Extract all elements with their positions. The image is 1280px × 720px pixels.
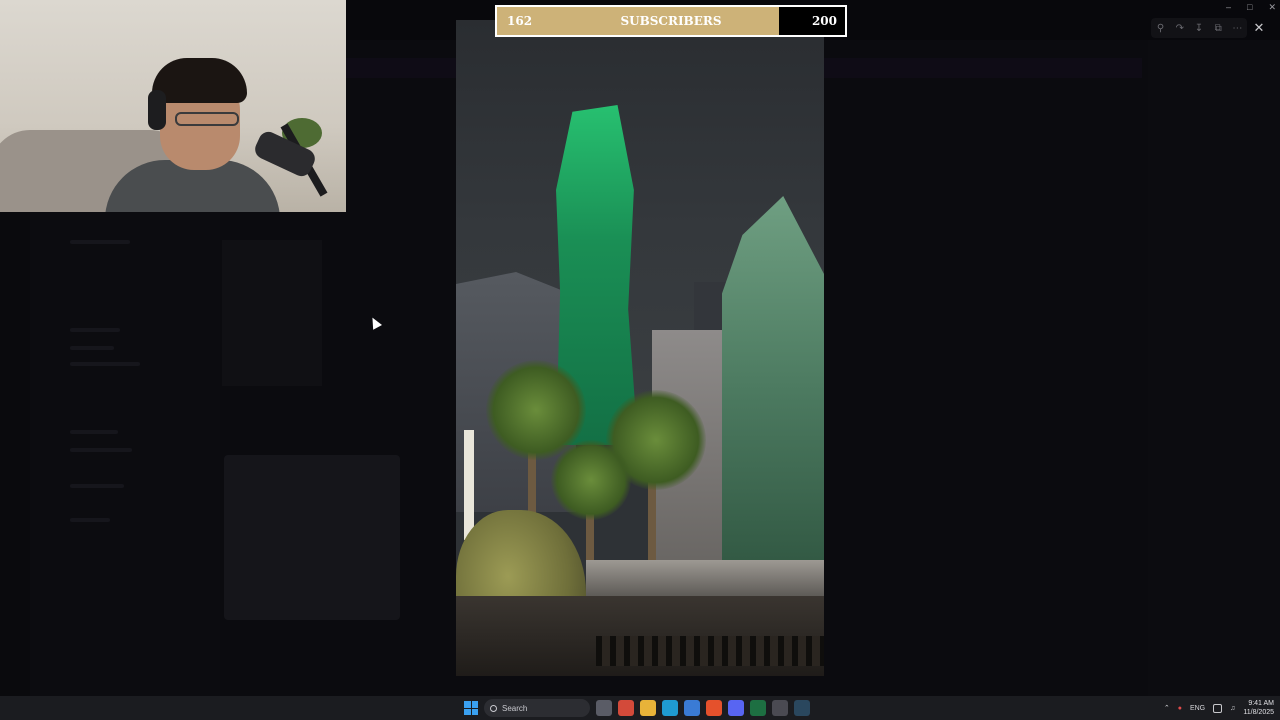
background-channel-list [30,212,220,696]
background-member-list [1148,40,1280,696]
zoom-in-icon[interactable]: ⚲ [1153,23,1169,34]
obs-icon[interactable] [772,700,788,716]
language-indicator[interactable]: ENG [1190,705,1205,712]
close-icon[interactable]: ✕ [1268,2,1276,14]
microphone-icon[interactable]: ● [1178,705,1182,712]
brave-icon[interactable] [706,700,722,716]
download-icon[interactable]: ↧ [1191,23,1207,34]
start-button[interactable] [464,701,478,715]
crowd [596,636,824,666]
clock-date: 11/8/2025 [1243,709,1274,716]
right-green-building [722,196,824,586]
open-external-icon[interactable]: ⧉ [1210,23,1226,34]
background-post-image [224,455,400,620]
image-viewer-photo[interactable] [456,20,824,676]
store-icon[interactable] [684,700,700,716]
search-icon [490,704,497,712]
pinned-apps [596,700,810,716]
windows-logo-icon [464,701,471,708]
steam-icon[interactable] [794,700,810,716]
palm-tree [551,440,631,520]
volume-icon[interactable]: ♫ [1230,705,1235,712]
canopy [586,560,824,596]
screen: SUBSCRIBERS 162 200 – □ ✕ ⚲ ↷ ↧ ⧉ ⋯ ✕ Se… [0,0,1280,720]
subscriber-current-count: 162 [507,14,533,28]
chrome-icon[interactable] [618,700,634,716]
minimize-icon[interactable]: – [1226,2,1231,14]
excel-icon[interactable] [750,700,766,716]
viewer-toolbar: ⚲ ↷ ↧ ⧉ ⋯ [1151,18,1247,38]
window-controls: – □ ✕ [1226,2,1276,14]
clock[interactable]: 9:41 AM 11/8/2025 [1243,699,1274,717]
headset [148,90,166,130]
taskbar-search[interactable]: Search [484,699,590,717]
search-label: Search [502,703,528,713]
edge-icon[interactable] [662,700,678,716]
maximize-icon[interactable]: □ [1247,2,1252,14]
viewer-close-button[interactable]: ✕ [1249,18,1269,38]
more-icon[interactable]: ⋯ [1229,23,1245,34]
rotate-icon[interactable]: ↷ [1172,23,1188,34]
subscriber-goal-bar: SUBSCRIBERS 162 200 [495,5,847,37]
taskbar: Search ⌃ ● ENG ♫ 9:41 AM 11/8/2025 [0,696,1280,720]
background-thumbnail [222,240,322,386]
streamer-hair [152,58,247,103]
background-server-sidebar [0,212,30,696]
close-icon: ✕ [1253,20,1265,35]
glasses [175,112,239,126]
file-explorer-icon[interactable] [640,700,656,716]
street-lamp [464,430,474,540]
taskbar-apps: Search [464,696,810,720]
discord-icon[interactable] [728,700,744,716]
system-tray: ⌃ ● ENG ♫ 9:41 AM 11/8/2025 [1164,696,1274,720]
webcam-overlay [0,0,346,212]
task-view-icon[interactable] [596,700,612,716]
network-icon[interactable] [1213,703,1223,713]
clock-time: 9:41 AM [1248,700,1274,707]
subscriber-goal-count: 200 [811,14,837,28]
chevron-up-icon[interactable]: ⌃ [1164,704,1170,712]
subscriber-label: SUBSCRIBERS [620,14,722,28]
